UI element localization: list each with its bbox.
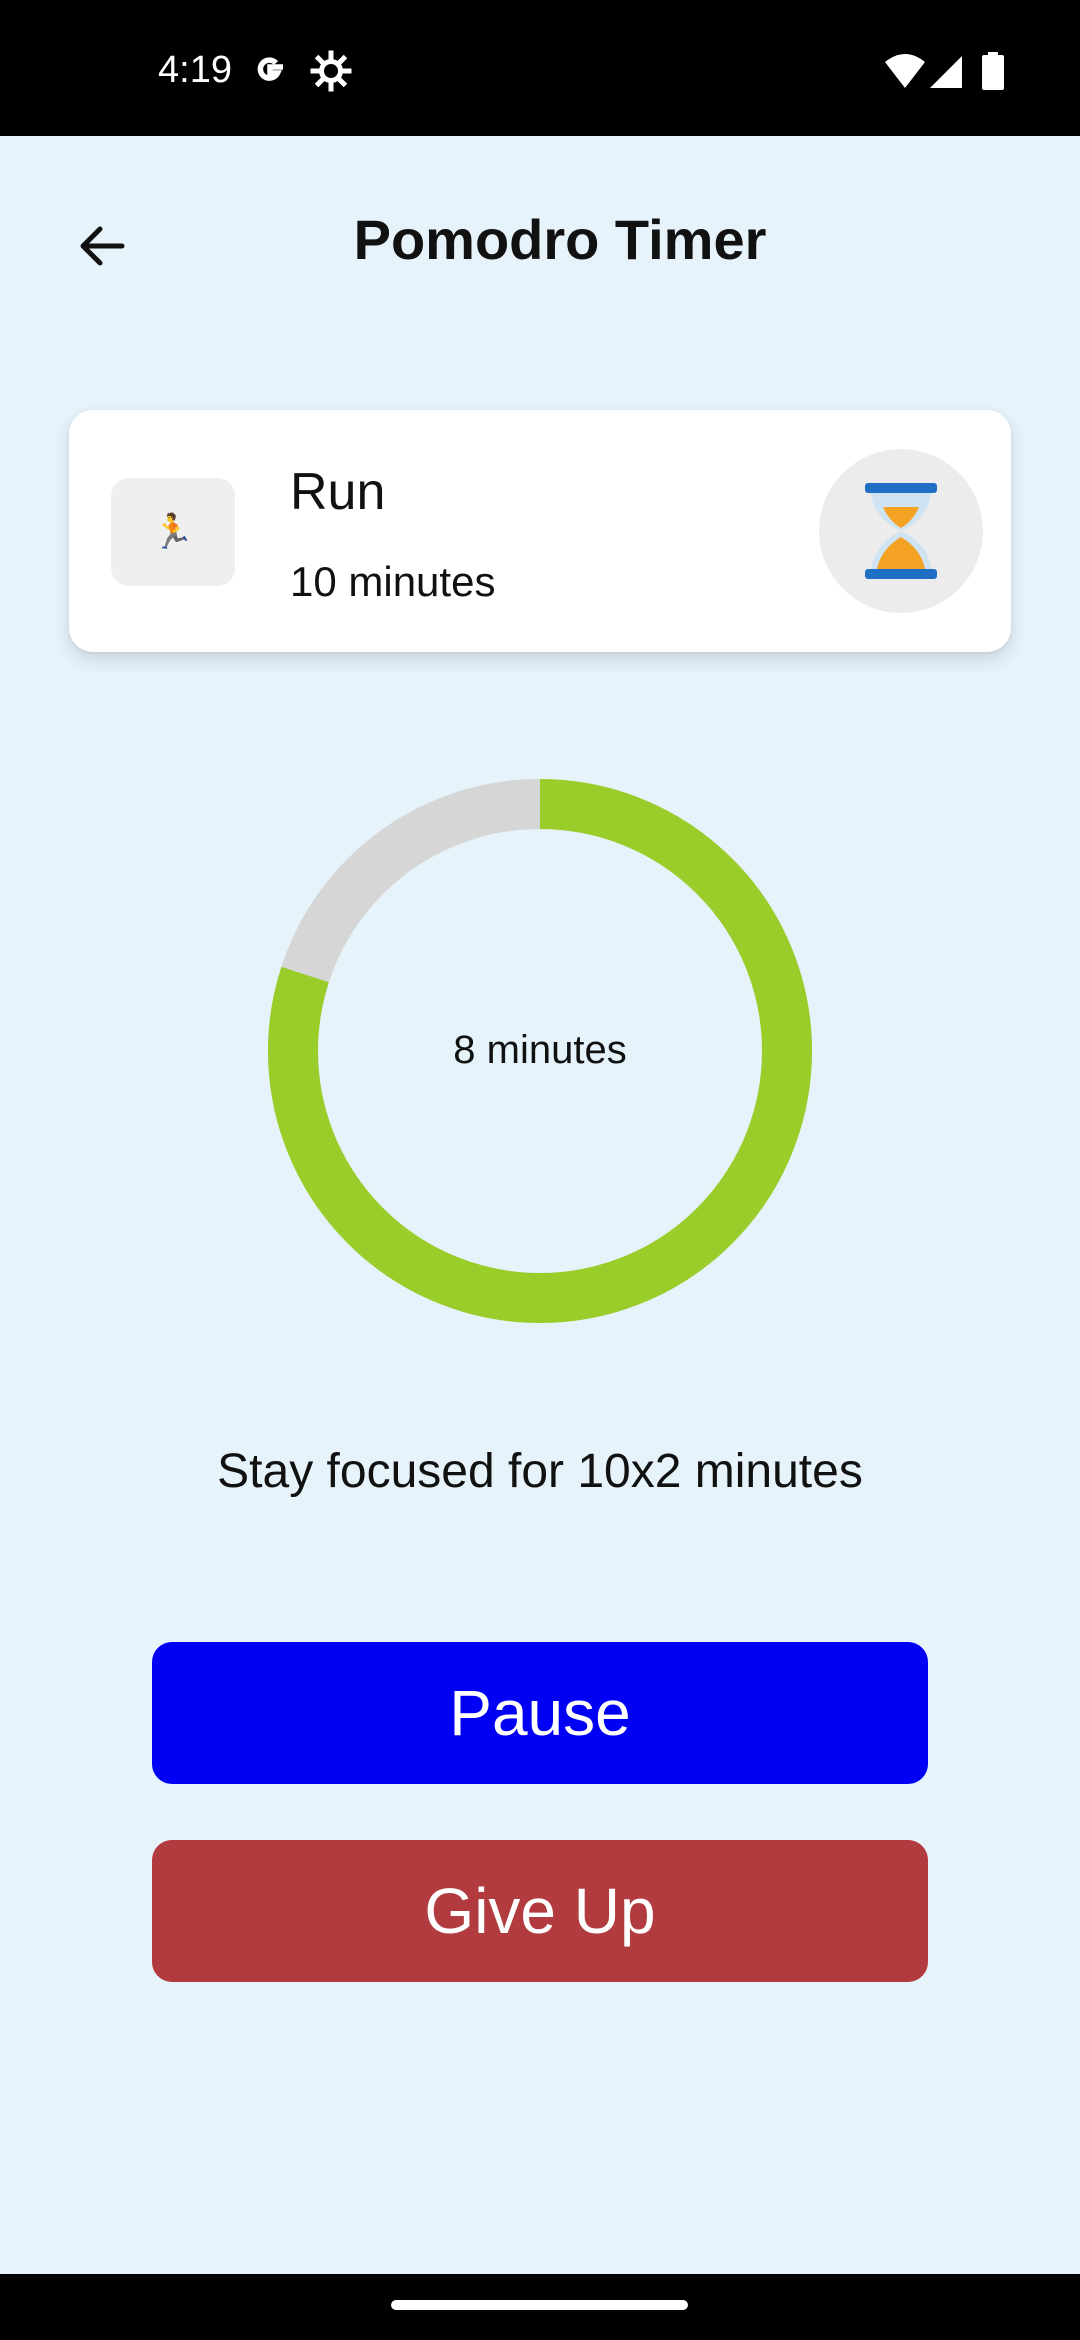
give-up-button[interactable]: Give Up <box>152 1840 928 1982</box>
time-remaining-label: 8 minutes <box>453 1028 627 1072</box>
battery-icon <box>982 52 1004 90</box>
task-emoji: 🏃 <box>111 478 235 586</box>
pause-button[interactable]: Pause <box>152 1642 928 1784</box>
task-card[interactable]: 🏃 Run 10 minutes <box>69 410 1011 652</box>
hourglass-button[interactable] <box>819 449 983 613</box>
status-time: 4:19 <box>158 49 232 91</box>
task-duration: 10 minutes <box>290 558 496 605</box>
google-icon <box>257 57 283 81</box>
hourglass-icon <box>865 483 937 579</box>
focus-message: Stay focused for 10x2 minutes <box>217 1445 863 1498</box>
home-indicator[interactable] <box>391 2300 688 2310</box>
wifi-icon <box>885 54 925 88</box>
settings-gear-icon <box>310 50 352 92</box>
task-name: Run <box>290 463 386 521</box>
navigation-bar <box>0 2274 1080 2340</box>
status-bar: 4:19 <box>0 0 1080 136</box>
signal-icon <box>930 56 962 88</box>
app-header: Pomodro Timer <box>0 136 1080 346</box>
page-title: Pomodro Timer <box>353 208 767 271</box>
